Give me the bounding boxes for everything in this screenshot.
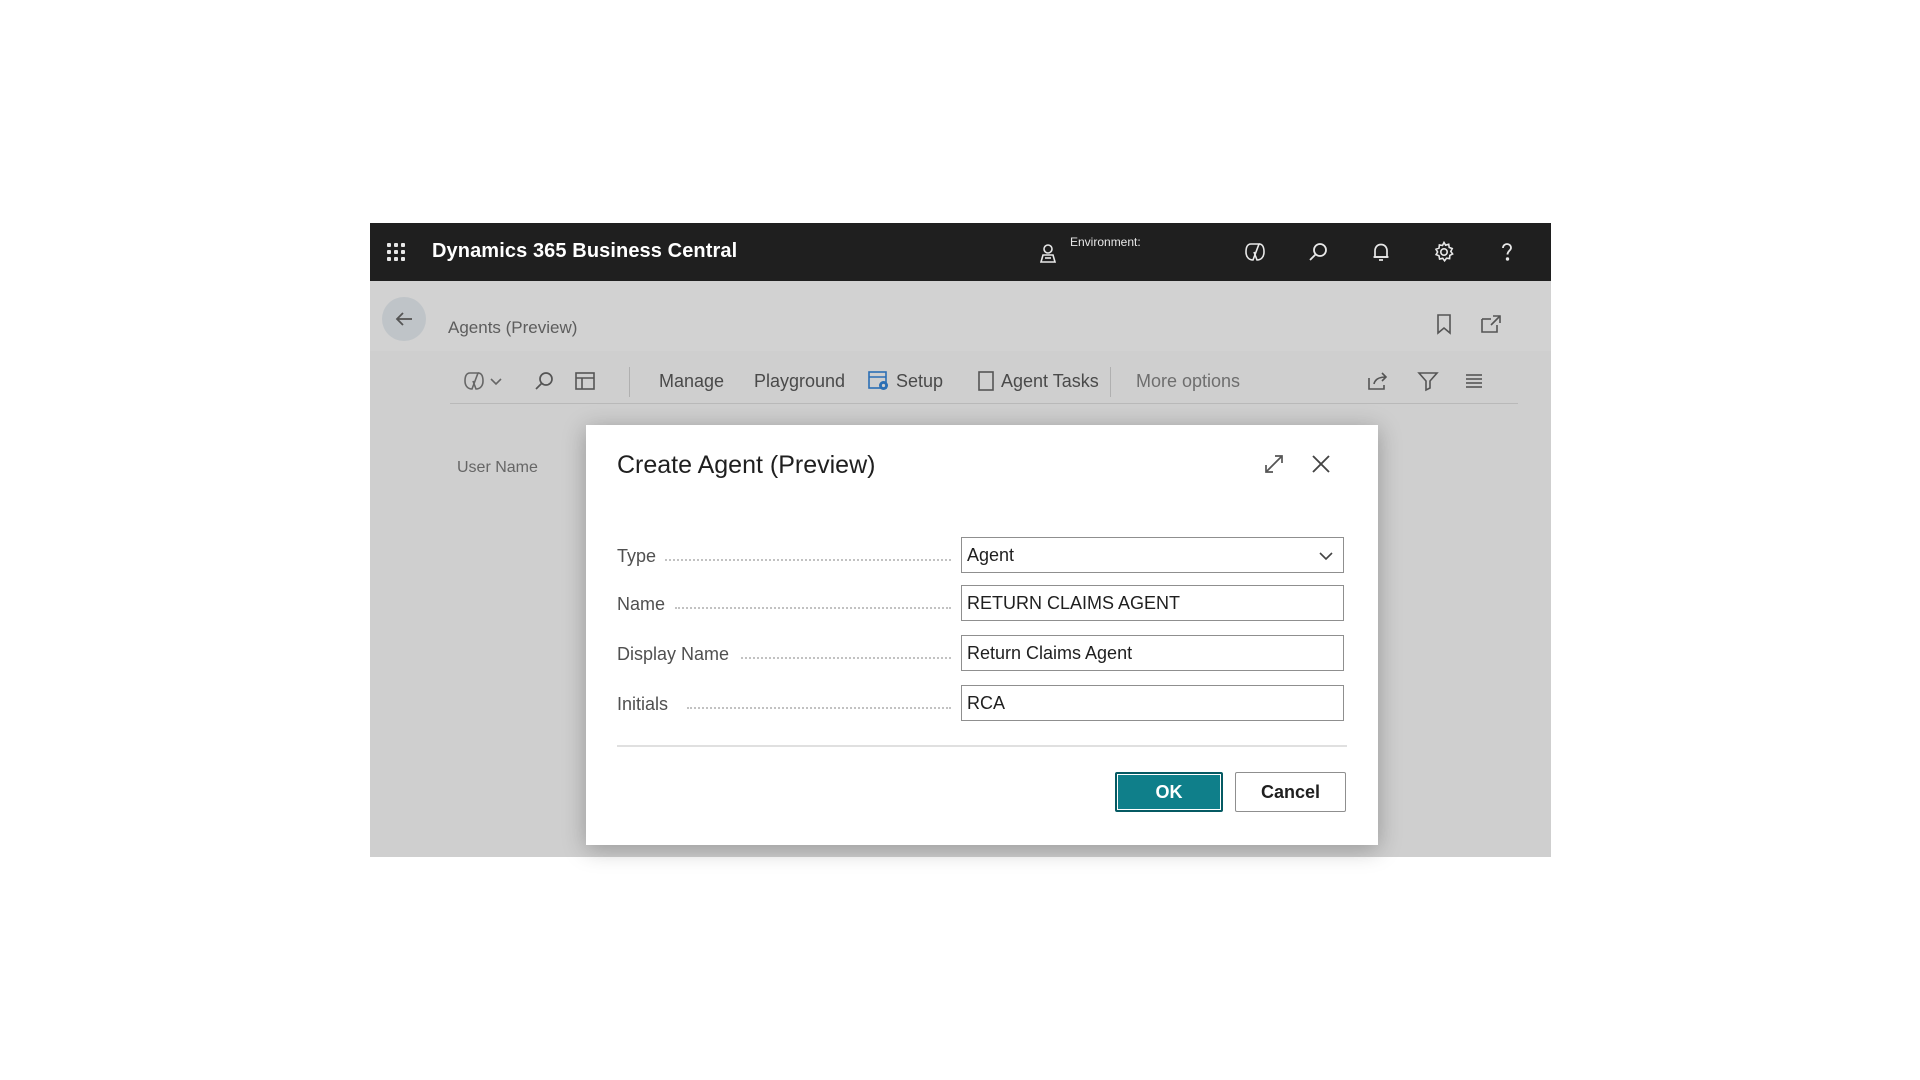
copilot-icon[interactable] [1239,236,1271,268]
action-bar: Manage Playground Setup Agent Tasks More… [450,359,1518,404]
cancel-button[interactable]: Cancel [1235,772,1346,812]
dotted-leader [741,657,951,659]
search-icon[interactable] [532,363,556,399]
initials-field: Initials RCA [617,685,1347,725]
type-value: Agent [967,545,1015,565]
waffle-icon[interactable] [378,235,414,269]
setup-button[interactable]: Setup [868,363,943,399]
back-button[interactable] [382,297,426,341]
chevron-down-icon [490,378,502,386]
name-field: Name RETURN CLAIMS AGENT [617,585,1347,625]
display-name-input[interactable]: Return Claims Agent [961,635,1344,671]
initials-input[interactable]: RCA [961,685,1344,721]
create-agent-dialog: Create Agent (Preview) Type Agent Name R… [586,425,1378,845]
gear-icon[interactable] [1428,236,1460,268]
bookmark-icon[interactable] [1429,309,1459,339]
app-title: Dynamics 365 Business Central [432,240,738,262]
dotted-leader [687,707,951,709]
environment-icon [1036,241,1060,265]
type-select[interactable]: Agent [961,537,1344,573]
column-header-user-name[interactable]: User Name [457,459,538,477]
agent-tasks-label: Agent Tasks [1001,370,1099,391]
setup-icon [868,371,888,390]
manage-button[interactable]: Manage [659,363,724,399]
close-icon[interactable] [1304,447,1338,481]
filter-icon[interactable] [1417,363,1439,399]
search-icon[interactable] [1302,236,1334,268]
share-icon[interactable] [1366,363,1390,399]
type-field: Type Agent [617,537,1347,577]
list-icon[interactable] [1463,363,1485,399]
page-title: Agents (Preview) [448,318,578,337]
dotted-leader [665,559,951,561]
copilot-icon [464,372,484,390]
help-icon[interactable] [1491,236,1523,268]
more-options-button[interactable]: More options [1136,363,1240,399]
setup-label: Setup [896,370,944,391]
layout-icon[interactable] [574,363,596,399]
page-header: Agents (Preview) [370,281,1551,351]
toolbar-separator [1110,367,1111,397]
ok-button[interactable]: OK [1115,772,1223,812]
initials-label: Initials [617,694,677,715]
top-navigation-bar: Dynamics 365 Business Central Environmen… [370,223,1551,281]
copilot-menu-button[interactable] [462,363,504,399]
playground-button[interactable]: Playground [754,363,845,399]
chevron-down-icon [1319,552,1333,561]
agent-tasks-button[interactable]: Agent Tasks [977,363,1099,399]
back-arrow-icon [395,312,412,326]
display-name-label: Display Name [617,644,738,665]
dotted-leader [675,607,951,609]
expand-icon[interactable] [1257,447,1291,481]
toolbar-separator [629,367,630,397]
open-new-window-icon[interactable] [1476,309,1506,339]
name-input[interactable]: RETURN CLAIMS AGENT [961,585,1344,621]
agent-tasks-icon [978,371,994,391]
dialog-title: Create Agent (Preview) [617,451,876,479]
dialog-divider [617,745,1347,747]
bell-icon[interactable] [1365,236,1397,268]
display-name-field: Display Name Return Claims Agent [617,635,1347,675]
environment-label: Environment: [1070,235,1141,249]
name-label: Name [617,594,674,615]
type-label: Type [617,546,665,567]
